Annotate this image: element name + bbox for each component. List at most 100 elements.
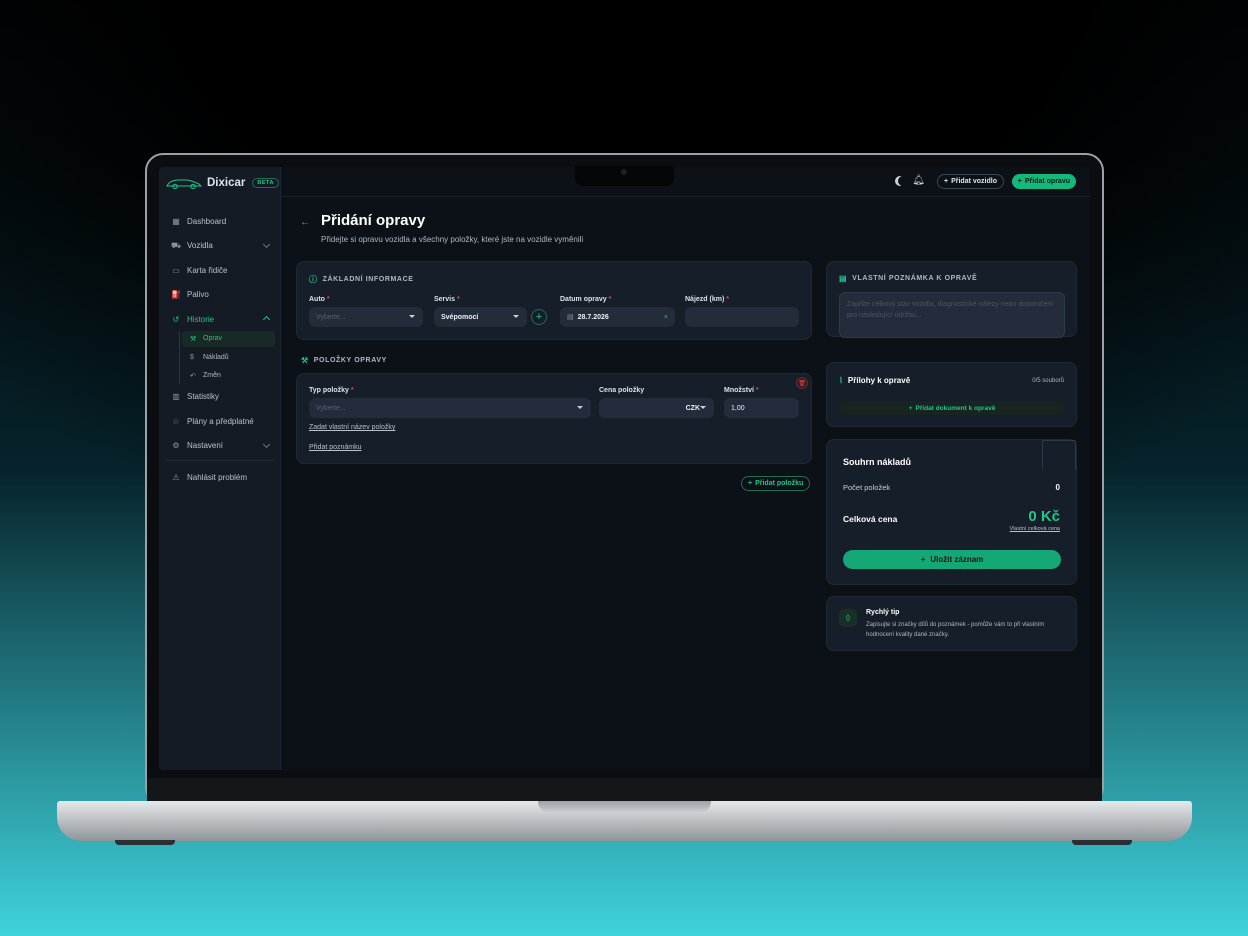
plus-icon: +	[1017, 178, 1022, 185]
custom-total-link[interactable]: Vlastní celková cena	[1010, 526, 1060, 532]
wrench-icon: ⚒	[190, 335, 197, 343]
button-label: Přidat vozidlo	[951, 178, 997, 185]
sidebar-subitem-oprav[interactable]: ⚒ Oprav	[182, 330, 275, 347]
calendar-icon: ▤	[567, 314, 574, 321]
clear-icon[interactable]: ×	[664, 314, 668, 321]
summary-card: Souhrn nákladů Počet položek 0 Celková c…	[826, 439, 1077, 585]
sidebar-item-dashboard[interactable]: ▦ Dashboard	[165, 211, 275, 231]
sidebar-item-label: Karta řidiče	[187, 265, 228, 275]
auto-label: Auto *	[309, 296, 330, 303]
grid-icon: ▦	[172, 216, 180, 226]
car-logo-icon	[166, 179, 203, 190]
type-label: Typ položky *	[309, 387, 354, 394]
tip-text: Zapisujte si značky dílů do poznámek - p…	[866, 622, 1045, 638]
sidebar-subitem-nakladu[interactable]: $ Nákladů	[182, 349, 275, 365]
subitem-label: Nákladů	[203, 353, 229, 361]
undo-icon: ↶	[190, 372, 196, 380]
title-text: Přílohy k opravě	[847, 376, 911, 385]
items-header: ⚒ POLOŽKY OPRAVY	[301, 356, 387, 365]
button-label: Přidat opravu	[1024, 178, 1070, 185]
servis-label: Servis *	[434, 296, 460, 303]
plus-icon: +	[920, 555, 926, 564]
plus-icon: +	[908, 404, 913, 412]
attachments-count: 0/5 souborů	[1032, 378, 1064, 384]
sidebar-item-plany[interactable]: ☆ Plány a předplatné	[165, 411, 275, 431]
sidebar-item-statistiky[interactable]: ▥ Statistiky	[165, 387, 275, 407]
sidebar-item-nahlasit[interactable]: ⚠ Nahlásit problém	[165, 467, 275, 487]
paperclip-icon: ⌇	[839, 376, 843, 385]
warning-icon: ⚠	[172, 472, 180, 482]
items-count-value: 0	[1055, 483, 1060, 492]
note-card: ▤ VLASTNÍ POZNÁMKA K OPRAVĚ Zapište celko…	[826, 261, 1077, 338]
sidebar-item-karta-ridice[interactable]: ▭ Karta řidiče	[165, 260, 275, 280]
chevron-up-icon	[262, 315, 271, 324]
price-label: Cena položky	[599, 387, 644, 394]
date-label: Datum opravy *	[560, 296, 611, 303]
dollar-icon: $	[190, 353, 194, 361]
save-button[interactable]: + Uložit záznam	[843, 550, 1061, 569]
sidebar-item-nastaveni[interactable]: ⚙ Nastavení	[165, 436, 275, 456]
required-mark: *	[326, 296, 330, 303]
app-name: Dixicar	[207, 177, 246, 189]
qty-input[interactable]: 1,00	[724, 398, 799, 418]
basic-info-header: ⓘ ZÁKLADNÍ INFORMACE	[309, 274, 414, 285]
sidebar-item-palivo[interactable]: ⛽ Palivo	[165, 285, 275, 305]
placeholder: Vyberte...	[316, 404, 346, 412]
add-item-button[interactable]: + Přidat položku	[741, 476, 811, 491]
divider	[165, 460, 275, 461]
info-icon: ⓘ	[309, 275, 318, 284]
sidebar-item-label: Statistiky	[187, 392, 220, 401]
add-note-link[interactable]: Přidat poznámku	[309, 444, 362, 451]
subitem-label: Změn	[203, 372, 221, 379]
add-servis-button[interactable]: +	[531, 309, 547, 325]
sidebar-item-vozidla[interactable]: ⛟ Vozidla	[165, 236, 275, 256]
sidebar-item-historie[interactable]: ↺ Historie	[165, 309, 275, 329]
car-icon: ⛟	[170, 240, 182, 250]
sidebar-nav: ▦ Dashboard ⛟ Vozidla ▭ Karta řidiče ⛽ Paliv…	[165, 211, 275, 492]
required-mark: *	[608, 296, 612, 303]
currency-select[interactable]: CZK	[686, 405, 700, 412]
header-text: POLOŽKY OPRAVY	[313, 357, 387, 364]
basic-info-card: ⓘ ZÁKLADNÍ INFORMACE Auto * Vyberte... Se…	[296, 261, 812, 340]
auto-select[interactable]: Vyberte...	[309, 307, 423, 327]
topbar: 🔔︎ + Přidat vozidlo + Přidat opravu	[281, 167, 1090, 197]
laptop-foot	[115, 840, 175, 845]
moon-icon[interactable]	[898, 176, 908, 186]
label-text: Cena položky	[599, 387, 645, 394]
add-repair-button[interactable]: + Přidat opravu	[1011, 174, 1076, 189]
sidebar-subitem-zmen[interactable]: ↶ Změn	[182, 368, 275, 384]
app-screen: Dixicar BETA ▦ Dashboard ⛟ Vozidla ▭ Karta …	[159, 167, 1090, 770]
sidebar-item-label: Nahlásit problém	[187, 472, 248, 482]
plus-icon: +	[748, 480, 753, 487]
bell-icon[interactable]: 🔔︎	[912, 175, 925, 186]
laptop-base	[57, 801, 1192, 841]
lightbulb-icon: ◊	[839, 609, 857, 627]
document-icon: ▤	[839, 274, 848, 283]
delete-item-button[interactable]: 🗑︎	[796, 377, 808, 389]
caret-down-icon	[409, 315, 415, 318]
add-vehicle-button[interactable]: + Přidat vozidlo	[937, 174, 1004, 189]
date-field[interactable]: ▤ 28.7.2026 ×	[560, 307, 675, 327]
beta-badge: BETA	[252, 178, 279, 188]
fuel-icon: ⛽	[171, 290, 181, 299]
gear-icon: ⚙	[172, 441, 180, 450]
custom-name-link[interactable]: Zadat vlastní název položky	[309, 424, 395, 431]
logo[interactable]: Dixicar BETA	[165, 176, 279, 190]
item-card: Typ položky * Vyberte... Cena položky CZ…	[296, 373, 812, 464]
value: 28.7.2026	[577, 313, 609, 321]
add-document-button[interactable]: + Přidat dokument k opravě	[839, 401, 1065, 415]
total-label: Celková cena	[843, 514, 898, 524]
wrench-icon: ⚒	[301, 356, 309, 365]
attachments-title: ⌇ Přílohy k opravě	[839, 376, 910, 385]
attachments-card: ⌇ Přílohy k opravě 0/5 souborů + Přidat do…	[826, 362, 1077, 427]
km-input[interactable]	[685, 307, 799, 327]
sidebar-item-label: Historie	[187, 314, 215, 324]
type-select[interactable]: Vyberte...	[309, 398, 591, 418]
note-textarea[interactable]: Zapište celkový stav vozidla, diagnostic…	[839, 292, 1065, 338]
trackpad-notch	[538, 801, 711, 812]
label-text: Servis	[434, 296, 456, 303]
back-arrow-icon[interactable]: ←	[300, 217, 310, 228]
price-input[interactable]: CZK	[599, 398, 714, 418]
button-label: Přidat dokument k opravě	[915, 404, 996, 412]
servis-select[interactable]: Svépomocí	[434, 307, 527, 327]
